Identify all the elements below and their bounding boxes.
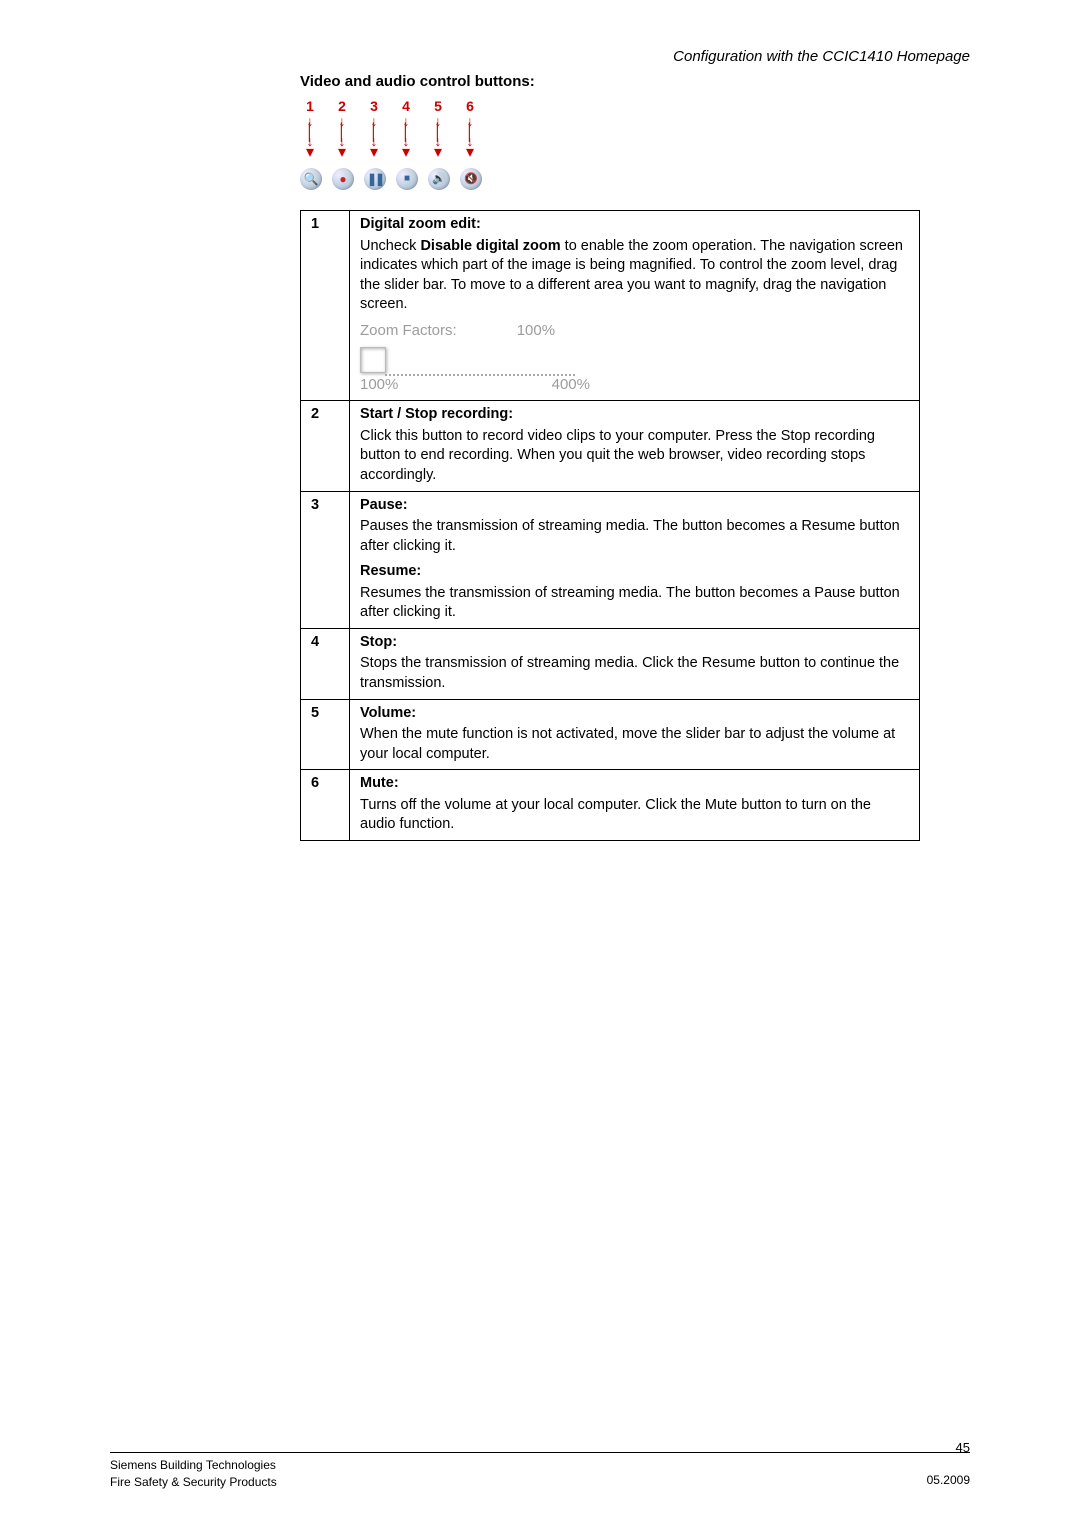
zoom-min: 100% [360, 375, 398, 395]
zoom-label: Zoom Factors: [360, 321, 457, 341]
row-number: 2 [301, 401, 350, 491]
stop-icon[interactable]: ■ [396, 168, 418, 190]
row-title: Start / Stop recording: [360, 405, 909, 425]
volume-icon[interactable]: 🔊 [428, 168, 450, 190]
section-title: Video and audio control buttons: [300, 73, 970, 90]
row-body: When the mute function is not activated,… [360, 726, 895, 762]
callout-4: 4 [396, 98, 416, 114]
zoom-nav-box[interactable] [360, 347, 386, 373]
pause-icon[interactable]: ❚❚ [364, 168, 386, 190]
description-table: 1 Digital zoom edit: Uncheck Disable dig… [300, 210, 920, 841]
row-body: Stops the transmission of streaming medi… [360, 655, 899, 691]
row-number: 4 [301, 628, 350, 699]
table-row: 2 Start / Stop recording: Click this but… [301, 401, 920, 491]
zoom-value: 100% [517, 321, 555, 341]
arrowhead-icon: ▾ [428, 136, 448, 160]
table-row: 4 Stop: Stops the transmission of stream… [301, 628, 920, 699]
control-buttons-illustration: 1 2 3 4 5 6 │ │ │ │ │ │ ▾ ▾ ▾ ▾ ▾ ▾ 🔍 ● … [300, 98, 970, 190]
row-number: 6 [301, 770, 350, 841]
table-row: 5 Volume: When the mute function is not … [301, 699, 920, 770]
footer-company: Siemens Building Technologies [110, 1457, 277, 1474]
arrowhead-icon: ▾ [396, 136, 416, 160]
zoom-max: 400% [552, 375, 590, 395]
arrowhead-icon: ▾ [460, 136, 480, 160]
page-header-title: Configuration with the CCIC1410 Homepage [110, 48, 970, 65]
row-body-2: Resumes the transmission of streaming me… [360, 585, 900, 621]
callout-1: 1 [300, 98, 320, 114]
row-number: 3 [301, 491, 350, 628]
row-number: 1 [301, 210, 350, 400]
footer-date: 05.2009 [927, 1457, 970, 1487]
row-title: Pause: [360, 496, 909, 516]
table-row: 6 Mute: Turns off the volume at your loc… [301, 770, 920, 841]
row-body: Pauses the transmission of streaming med… [360, 518, 900, 554]
arrowhead-icon: ▾ [364, 136, 384, 160]
table-row: 3 Pause: Pauses the transmission of stre… [301, 491, 920, 628]
zoom-widget: Zoom Factors: 100% 100% 400% [360, 321, 909, 396]
table-row: 1 Digital zoom edit: Uncheck Disable dig… [301, 210, 920, 400]
row-number: 5 [301, 699, 350, 770]
callout-2: 2 [332, 98, 352, 114]
page-footer: Siemens Building Technologies Fire Safet… [110, 1452, 970, 1491]
mute-icon[interactable]: 🔇 [460, 168, 482, 190]
callout-5: 5 [428, 98, 448, 114]
row-title: Stop: [360, 633, 909, 653]
arrowhead-icon: ▾ [300, 136, 320, 160]
zoom-icon[interactable]: 🔍 [300, 168, 322, 190]
callout-6: 6 [460, 98, 480, 114]
arrowhead-icon: ▾ [332, 136, 352, 160]
footer-division: Fire Safety & Security Products [110, 1474, 277, 1491]
row-title: Volume: [360, 704, 909, 724]
row-body: Uncheck Disable digital zoom to enable t… [360, 238, 903, 313]
row-title-2: Resume: [360, 562, 909, 582]
callout-3: 3 [364, 98, 384, 114]
row-title: Mute: [360, 774, 909, 794]
record-icon[interactable]: ● [332, 168, 354, 190]
row-body: Click this button to record video clips … [360, 428, 875, 483]
row-title: Digital zoom edit: [360, 215, 909, 235]
row-body: Turns off the volume at your local compu… [360, 797, 871, 833]
